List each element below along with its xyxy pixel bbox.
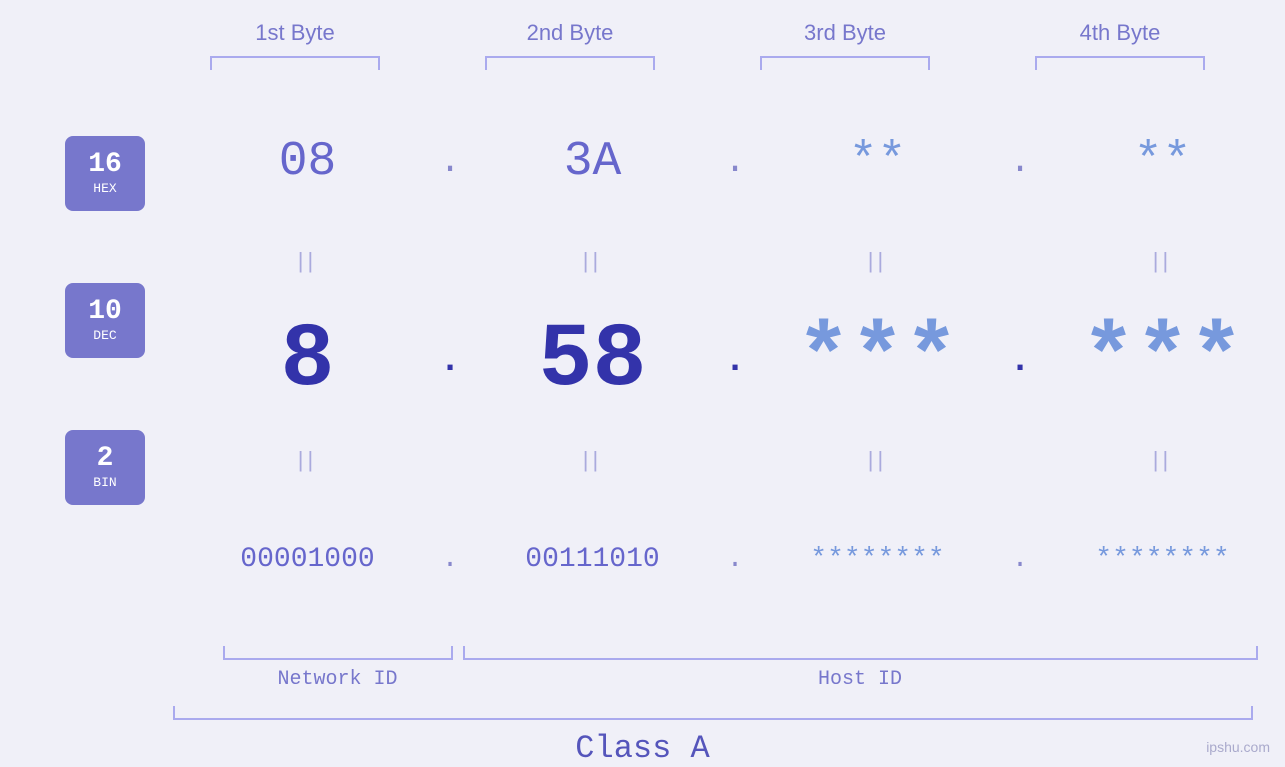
- dec-b2-cell: 58: [470, 310, 715, 412]
- hex-dot2: .: [715, 141, 755, 182]
- bottom-brackets: [158, 646, 1258, 660]
- hex-badge-label: HEX: [93, 181, 116, 196]
- byte2-header: 2nd Byte: [433, 20, 708, 46]
- main-container: 1st Byte 2nd Byte 3rd Byte 4th Byte 16 H…: [0, 0, 1285, 767]
- hex-dot3: .: [1000, 141, 1040, 182]
- bin-b4-value: ********: [1095, 544, 1229, 575]
- byte4-header: 4th Byte: [983, 20, 1258, 46]
- dec-b4-cell: ***: [1040, 310, 1285, 412]
- bin-badge: 2 BIN: [65, 430, 145, 505]
- byte3-header: 3rd Byte: [708, 20, 983, 46]
- eq1-b3-sign: ||: [868, 248, 887, 274]
- hex-dot1: .: [430, 141, 470, 182]
- eq2-b2-sign: ||: [583, 447, 602, 473]
- bin-b2-value: 00111010: [525, 544, 659, 575]
- eq2-b3: ||: [755, 447, 1000, 473]
- dec-b1-value: 8: [280, 310, 334, 412]
- eq2-b4: ||: [1040, 447, 1285, 473]
- eq1-b4-sign: ||: [1153, 248, 1172, 274]
- byte-headers: 1st Byte 2nd Byte 3rd Byte 4th Byte: [158, 20, 1258, 46]
- bracket-1: [210, 56, 380, 70]
- hex-b2-cell: 3A: [470, 135, 715, 189]
- network-bracket: [223, 646, 453, 660]
- hex-b1-value: 08: [279, 135, 337, 189]
- bin-dot1: .: [430, 544, 470, 575]
- hex-badge: 16 HEX: [65, 136, 145, 211]
- bin-b1-value: 00001000: [240, 544, 374, 575]
- eq1-b4: ||: [1040, 248, 1285, 274]
- dec-row: 8 . 58 . *** . ***: [185, 279, 1285, 443]
- bin-dot3: .: [1000, 544, 1040, 575]
- equals-row-1: || || || ||: [185, 244, 1285, 279]
- hex-b2-value: 3A: [564, 135, 622, 189]
- bottom-labels: Network ID Host ID: [158, 668, 1258, 691]
- bin-badge-number: 2: [97, 445, 114, 473]
- bin-badge-label: BIN: [93, 475, 116, 490]
- bracket-3: [760, 56, 930, 70]
- dec-badge: 10 DEC: [65, 283, 145, 358]
- bin-row: 00001000 . 00111010 . ******** . *******…: [185, 477, 1285, 641]
- dec-dot3: .: [1000, 340, 1040, 381]
- dec-badge-number: 10: [88, 298, 122, 326]
- outer-bracket: [173, 706, 1253, 720]
- content-area: 16 HEX 10 DEC 2 BIN 08 . 3A: [55, 80, 1285, 641]
- dec-b3-value: ***: [796, 310, 958, 412]
- eq1-b2-sign: ||: [583, 248, 602, 274]
- bracket-cell-4: [983, 56, 1258, 70]
- dec-b1-cell: 8: [185, 310, 430, 412]
- bracket-cell-1: [158, 56, 433, 70]
- eq1-b2: ||: [470, 248, 715, 274]
- bottom-section: Network ID Host ID: [158, 646, 1258, 691]
- bracket-row: [158, 56, 1258, 70]
- class-label: Class A: [0, 730, 1285, 767]
- bin-b1-cell: 00001000: [185, 544, 430, 575]
- eq2-b4-sign: ||: [1153, 447, 1172, 473]
- bin-b3-cell: ********: [755, 544, 1000, 575]
- dec-b2-value: 58: [538, 310, 646, 412]
- eq1-b3: ||: [755, 248, 1000, 274]
- eq2-b2: ||: [470, 447, 715, 473]
- badge-column: 16 HEX 10 DEC 2 BIN: [55, 80, 185, 641]
- eq2-b1: ||: [185, 447, 430, 473]
- data-grid: 08 . 3A . ** . ** ||: [185, 80, 1285, 641]
- eq2-b3-sign: ||: [868, 447, 887, 473]
- eq2-b1-sign: ||: [298, 447, 317, 473]
- hex-badge-number: 16: [88, 151, 122, 179]
- network-id-label: Network ID: [223, 668, 453, 691]
- bracket-2: [485, 56, 655, 70]
- dec-b3-cell: ***: [755, 310, 1000, 412]
- hex-row: 08 . 3A . ** . **: [185, 80, 1285, 244]
- host-bracket: [463, 646, 1258, 660]
- eq1-b1-sign: ||: [298, 248, 317, 274]
- hex-b4-cell: **: [1040, 135, 1285, 189]
- bin-dot2: .: [715, 544, 755, 575]
- bin-b3-value: ********: [810, 544, 944, 575]
- dec-dot1: .: [430, 340, 470, 381]
- byte1-header: 1st Byte: [158, 20, 433, 46]
- equals-row-2: || || || ||: [185, 442, 1285, 477]
- bracket-cell-3: [708, 56, 983, 70]
- dec-dot2: .: [715, 340, 755, 381]
- hex-b1-cell: 08: [185, 135, 430, 189]
- hex-b4-value: **: [1134, 135, 1192, 189]
- bracket-4: [1035, 56, 1205, 70]
- dec-badge-label: DEC: [93, 328, 116, 343]
- host-id-label: Host ID: [463, 668, 1258, 691]
- hex-b3-cell: **: [755, 135, 1000, 189]
- hex-b3-value: **: [849, 135, 907, 189]
- watermark: ipshu.com: [1206, 739, 1270, 755]
- bin-b4-cell: ********: [1040, 544, 1285, 575]
- bracket-cell-2: [433, 56, 708, 70]
- dec-b4-value: ***: [1081, 310, 1243, 412]
- bin-b2-cell: 00111010: [470, 544, 715, 575]
- eq1-b1: ||: [185, 248, 430, 274]
